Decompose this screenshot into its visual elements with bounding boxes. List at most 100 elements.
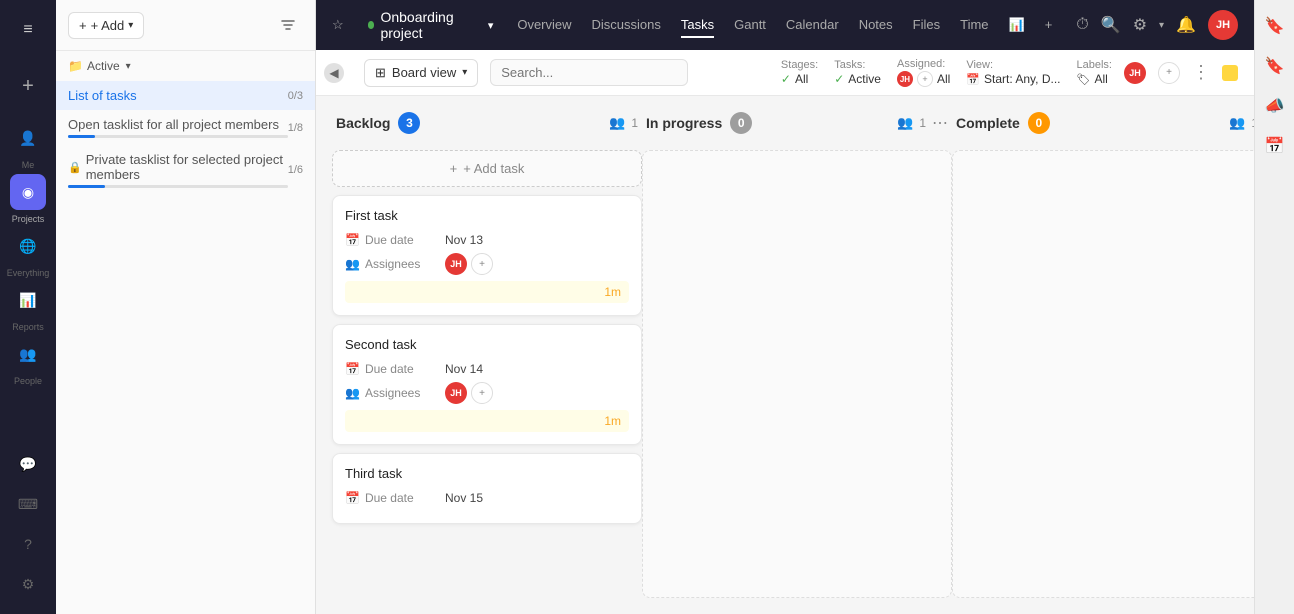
clock-icon[interactable]: ⏱ — [1076, 16, 1088, 34]
open-tasklist-count: 1/8 — [288, 122, 303, 134]
right-calendar-icon[interactable]: 📅 — [1261, 132, 1289, 160]
project-name: Onboarding project — [380, 9, 481, 41]
me-icon-group: 👤 Me — [10, 120, 46, 170]
assignees-label-1: Assignees — [365, 257, 420, 271]
column-backlog-header: Backlog 3 👥 1 — [332, 112, 642, 142]
reports-nav-icon[interactable]: 📊 — [10, 282, 46, 318]
stages-filter[interactable]: Stages: ✓ All — [781, 59, 818, 86]
right-bookmark-icon[interactable]: 🔖 — [1261, 12, 1289, 40]
search-top-icon[interactable]: 🔍 — [1101, 15, 1121, 35]
add-icon[interactable]: + — [10, 68, 46, 104]
calendar-meta-icon-1: 📅 — [345, 233, 360, 247]
more-options-button[interactable]: ⋮ — [1192, 62, 1210, 83]
project-title[interactable]: Onboarding project ▾ — [368, 9, 494, 41]
complete-empty-area — [952, 150, 1254, 598]
view-value: Start: Any, D... — [984, 72, 1060, 86]
help-icon[interactable]: ? — [10, 526, 46, 562]
projects-label: Projects — [12, 214, 45, 224]
due-date-label-2: Due date — [365, 362, 414, 376]
column-in-progress: In progress 0 👥 1 ⋯ — [642, 112, 952, 598]
add-task-button[interactable]: + + Add task — [332, 150, 642, 187]
assigned-filter[interactable]: Assigned: JH + All — [897, 58, 950, 87]
collapse-sidebar-button[interactable]: ◀ — [324, 63, 344, 83]
task-second-time: 1m — [604, 414, 621, 428]
right-sidebar: 🔖 🔖 📣 📅 — [1254, 0, 1294, 614]
task-card-third[interactable]: Third task 📅 Due date Nov 15 — [332, 453, 642, 524]
active-filter[interactable]: 📁 Active ▾ — [56, 51, 315, 81]
settings-icon[interactable]: ⚙ — [1133, 15, 1147, 35]
stages-value: All — [795, 72, 808, 86]
task-second-due: 📅 Due date Nov 14 — [345, 362, 629, 376]
search-input[interactable] — [490, 59, 688, 86]
task-card-first[interactable]: First task 📅 Due date Nov 13 👥 Assignees… — [332, 195, 642, 316]
active-filter-label: Active — [87, 59, 120, 73]
everything-icon-group: 🌐 Everything — [7, 228, 50, 278]
task-first-assignee-row: JH + — [445, 253, 493, 275]
menu-icon[interactable]: ≡ — [10, 12, 46, 48]
projects-nav-icon[interactable]: ◉ — [10, 174, 46, 210]
private-tasklist-count: 1/6 — [288, 164, 303, 176]
task-first-time: 1m — [604, 285, 621, 299]
right-bookmark2-icon[interactable]: 🔖 — [1261, 52, 1289, 80]
column-backlog: Backlog 3 👥 1 + + Add task First task 📅 — [332, 112, 642, 598]
settings-bottom-icon[interactable]: ⚙ — [10, 566, 46, 602]
main-content: ☆ Onboarding project ▾ Overview Discussi… — [316, 0, 1254, 614]
nav-plus-icon[interactable]: + — [1045, 13, 1053, 38]
calendar-icon: 📅 — [966, 73, 980, 86]
nav-files[interactable]: Files — [913, 13, 940, 38]
nav-item-list-of-tasks[interactable]: List of tasks 0/3 — [56, 81, 315, 110]
me-nav-icon[interactable]: 👤 — [10, 120, 46, 156]
nav-notes[interactable]: Notes — [859, 13, 893, 38]
nav-tasks[interactable]: Tasks — [681, 13, 714, 38]
task-second-more-assignees[interactable]: + — [471, 382, 493, 404]
complete-count-badge: 0 — [1028, 112, 1050, 134]
board-view-button[interactable]: ⊞ Board view ▾ — [364, 59, 478, 87]
more-assignees-button[interactable]: + — [1158, 62, 1180, 84]
nav-item-open-tasklist[interactable]: Open tasklist for all project members 1/… — [56, 110, 315, 145]
plus-icon: + — [79, 18, 87, 33]
add-button[interactable]: + + Add ▾ — [68, 12, 144, 39]
in-progress-more-icon[interactable]: ⋯ — [932, 113, 948, 133]
nav-calendar[interactable]: Calendar — [786, 13, 839, 38]
labels-filter[interactable]: Labels: 🏷 All — [1077, 59, 1112, 86]
people-nav-icon[interactable]: 👥 — [10, 336, 46, 372]
star-icon[interactable]: ☆ — [332, 17, 344, 33]
chevron-settings-icon[interactable]: ▾ — [1159, 20, 1164, 31]
projects-icon-group: ◉ Projects — [10, 174, 46, 224]
bell-icon[interactable]: 🔔 — [1176, 15, 1196, 35]
nav-item-private-tasklist[interactable]: 🔒 Private tasklist for selected project … — [56, 145, 315, 195]
chat-icon[interactable]: 💬 — [10, 446, 46, 482]
add-task-plus-icon: + — [450, 161, 458, 176]
lock-icon: 🔒 — [68, 161, 82, 174]
keyboard-icon[interactable]: ⌨ — [10, 486, 46, 522]
view-filter[interactable]: View: 📅 Start: Any, D... — [966, 59, 1060, 86]
user-avatar-toolbar[interactable]: JH — [1124, 62, 1146, 84]
everything-nav-icon[interactable]: 🌐 — [10, 228, 46, 264]
nav-gantt[interactable]: Gantt — [734, 13, 766, 38]
stages-check-icon: ✓ — [781, 72, 791, 86]
task-card-second[interactable]: Second task 📅 Due date Nov 14 👥 Assignee… — [332, 324, 642, 445]
right-megaphone-icon[interactable]: 📣 — [1261, 92, 1289, 120]
tasks-filter[interactable]: Tasks: ✓ Active — [834, 59, 881, 86]
people-label: People — [14, 376, 42, 386]
tasks-check-icon: ✓ — [834, 72, 844, 86]
backlog-title: Backlog — [336, 115, 390, 131]
nav-overview[interactable]: Overview — [517, 13, 571, 38]
nav-discussions[interactable]: Discussions — [592, 13, 661, 38]
task-first-more-assignees[interactable]: + — [471, 253, 493, 275]
board-icon: ⊞ — [375, 65, 386, 81]
project-status-dot — [368, 21, 375, 29]
task-first-footer: 1m — [345, 281, 629, 303]
list-of-tasks-label: List of tasks — [68, 88, 288, 103]
view-chevron-icon: ▾ — [462, 67, 467, 78]
add-icon-group: + — [10, 68, 46, 104]
add-label: + Add — [91, 18, 125, 33]
yellow-label-tag[interactable] — [1222, 65, 1238, 81]
user-avatar[interactable]: JH — [1208, 10, 1238, 40]
view-label: Board view — [392, 65, 456, 80]
nav-chart-icon[interactable]: 📊 — [1009, 13, 1025, 38]
task-second-assignee-row: JH + — [445, 382, 493, 404]
open-tasklist-label: Open tasklist for all project members — [68, 117, 288, 132]
filter-button[interactable] — [273, 10, 303, 40]
nav-time[interactable]: Time — [960, 13, 988, 38]
